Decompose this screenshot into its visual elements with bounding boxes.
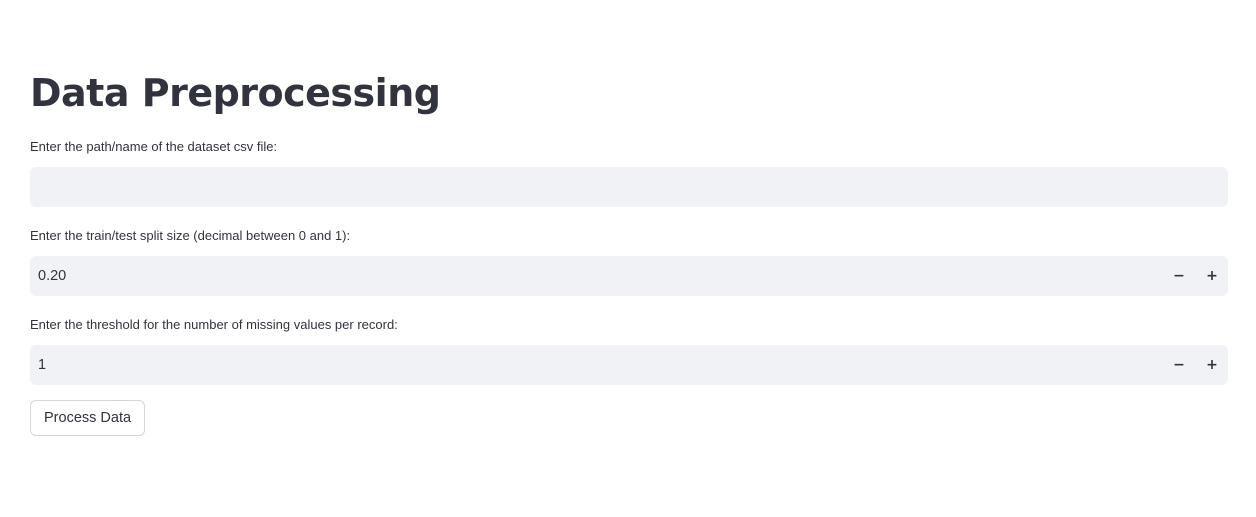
dataset-path-input[interactable] bbox=[30, 167, 1228, 207]
split-size-increment-button[interactable]: + bbox=[1196, 256, 1228, 296]
dataset-path-label: Enter the path/name of the dataset csv f… bbox=[30, 139, 278, 154]
minus-icon: − bbox=[1173, 268, 1185, 284]
split-size-input[interactable] bbox=[30, 256, 1160, 296]
split-size-field: − + bbox=[30, 256, 1228, 296]
page-title: Data Preprocessing bbox=[30, 71, 441, 115]
split-size-decrement-button[interactable]: − bbox=[1163, 256, 1195, 296]
minus-icon: − bbox=[1173, 357, 1185, 373]
missing-threshold-decrement-button[interactable]: − bbox=[1163, 345, 1195, 385]
dataset-path-field bbox=[30, 167, 1228, 207]
split-size-label: Enter the train/test split size (decimal… bbox=[30, 228, 351, 243]
missing-threshold-input[interactable] bbox=[30, 345, 1160, 385]
process-data-button[interactable]: Process Data bbox=[30, 400, 146, 436]
plus-icon: + bbox=[1206, 357, 1218, 373]
missing-threshold-increment-button[interactable]: + bbox=[1196, 345, 1228, 385]
plus-icon: + bbox=[1206, 268, 1218, 284]
missing-threshold-field: − + bbox=[30, 345, 1228, 385]
missing-threshold-label: Enter the threshold for the number of mi… bbox=[30, 317, 398, 332]
